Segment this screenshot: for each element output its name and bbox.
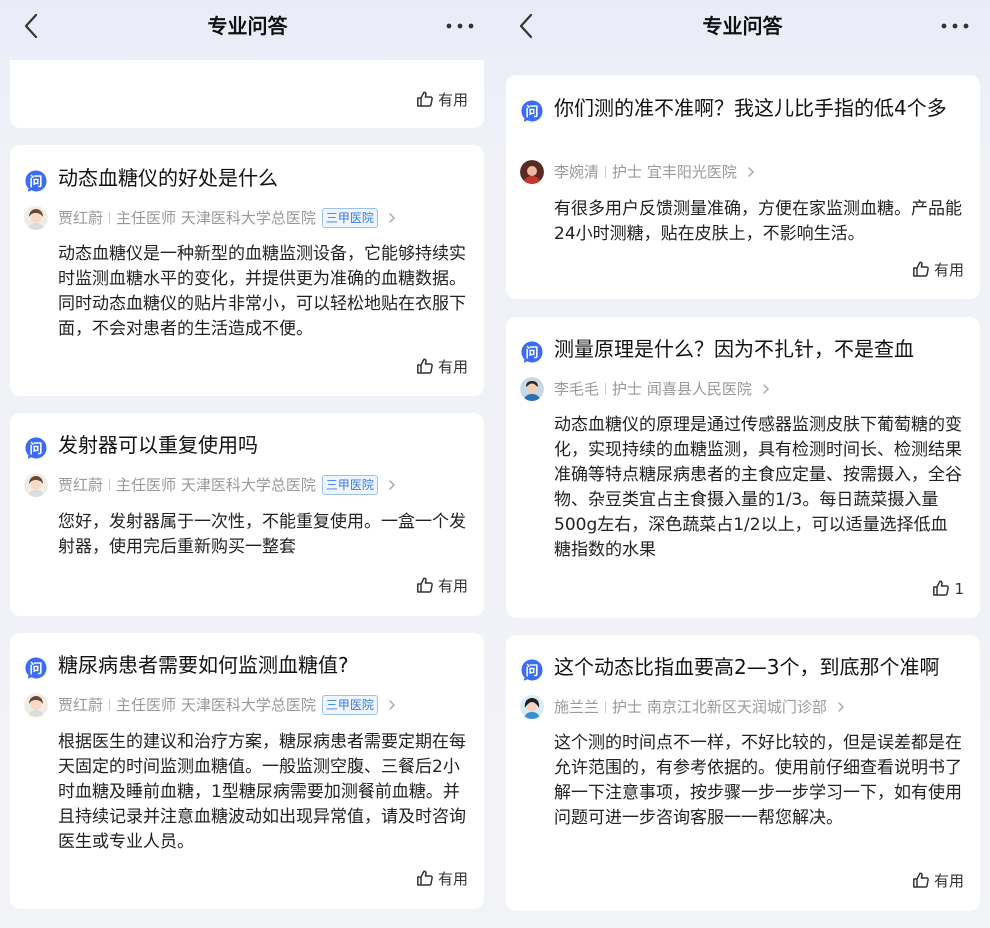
avatar	[24, 693, 48, 717]
question-badge-icon	[24, 169, 48, 193]
answer-text: 动态血糖仪的原理是通过传感器监测皮肤下葡萄糖的变化，实现持续的血糖监测，具有检测…	[554, 415, 962, 560]
answer-text: 动态血糖仪是一种新型的血糖监测设备，它能够持续实时监测血糖水平的变化，并提供更为…	[58, 244, 466, 339]
question-badge-icon	[520, 99, 544, 123]
divider	[109, 479, 111, 491]
qa-card[interactable]: 这个动态比指血要高2—3个，到底那个准啊 施兰兰 护士 南京江北新区天润城门诊部 …	[506, 635, 980, 911]
right-panel: 专业问答 你们测的准不准啊？我这儿比手指的低4个多 李婉清 护士 宜丰阳光医院 有…	[495, 0, 990, 928]
question-row: 测量原理是什么？因为不扎针，不是查血	[520, 336, 966, 364]
hospital-name: 南京江北新区天润城门诊部	[646, 698, 827, 716]
doctor-name: 贾红蔚	[58, 696, 104, 714]
question-badge-icon	[24, 436, 48, 460]
question-text: 发射器可以重复使用吗	[58, 433, 258, 457]
question-row: 你们测的准不准啊？我这儿比手指的低4个多	[520, 95, 966, 147]
qa-card-partial: 有用	[10, 60, 484, 128]
doctor-row[interactable]: 贾红蔚 主任医师 天津医科大学总医院 三甲医院	[24, 693, 470, 717]
doctor-title: 护士	[612, 698, 643, 716]
doctor-title: 主任医师	[116, 209, 177, 227]
question-badge-icon	[520, 658, 544, 682]
avatar	[520, 377, 544, 401]
useful-button[interactable]: 有用	[416, 89, 468, 111]
thumb-up-icon	[416, 357, 434, 375]
divider	[605, 383, 607, 395]
question-row: 糖尿病患者需要如何监测血糖值?	[24, 652, 470, 680]
question-text: 糖尿病患者需要如何监测血糖值?	[58, 653, 349, 677]
thumb-up-icon	[912, 871, 930, 889]
divider	[109, 699, 111, 711]
question-row: 这个动态比指血要高2—3个，到底那个准啊	[520, 654, 966, 682]
hospital-name: 闻喜县人民医院	[646, 380, 752, 398]
hospital-name: 天津医科大学总医院	[180, 476, 316, 494]
doctor-name: 李毛毛	[554, 380, 600, 398]
divider	[605, 701, 607, 713]
chevron-right-icon	[386, 479, 398, 491]
page-title: 专业问答	[702, 14, 783, 38]
chevron-right-icon	[386, 212, 398, 224]
divider	[605, 166, 607, 178]
hospital-level-badge: 三甲医院	[321, 695, 378, 715]
useful-button[interactable]: 有用	[416, 868, 468, 890]
doctor-row[interactable]: 贾红蔚 主任医师 天津医科大学总医院 三甲医院	[24, 206, 470, 230]
doctor-title: 护士	[612, 380, 643, 398]
hospital-name: 天津医科大学总医院	[180, 209, 316, 227]
thumb-up-icon	[932, 579, 950, 597]
question-text: 这个动态比指血要高2—3个，到底那个准啊	[554, 655, 940, 679]
thumb-up-icon	[912, 260, 930, 278]
chevron-right-icon	[386, 699, 398, 711]
qa-card[interactable]: 发射器可以重复使用吗 贾红蔚 主任医师 天津医科大学总医院 三甲医院 您好，发射器属…	[10, 413, 484, 616]
question-badge-icon	[520, 340, 544, 364]
useful-button[interactable]: 有用	[912, 259, 964, 281]
left-panel: 专业问答 有用 动态血糖仪的好处是什么 贾红蔚 主任医师 天津医科大学总医院 三甲医…	[0, 0, 495, 928]
more-dots-icon[interactable]	[940, 22, 970, 30]
answer-text: 有很多用户反馈测量准确，方便在家监测血糖。产品能24小时测糖，贴在皮肤上，不影响…	[554, 199, 962, 244]
nav-bar: 专业问答	[0, 0, 495, 56]
avatar	[24, 473, 48, 497]
doctor-name: 施兰兰	[554, 698, 600, 716]
doctor-row[interactable]: 贾红蔚 主任医师 天津医科大学总医院 三甲医院	[24, 473, 470, 497]
answer-text: 这个测的时间点不一样，不好比较的，但是误差都是在允许范围的，有参考依据的。使用前…	[554, 733, 962, 828]
qa-card[interactable]: 动态血糖仪的好处是什么 贾红蔚 主任医师 天津医科大学总医院 三甲医院 动态血糖仪是…	[10, 145, 484, 396]
page-title: 专业问答	[207, 14, 288, 38]
qa-card[interactable]: 糖尿病患者需要如何监测血糖值? 贾红蔚 主任医师 天津医科大学总医院 三甲医院 根据…	[10, 633, 484, 909]
chevron-right-icon	[760, 383, 772, 395]
hospital-level-badge: 三甲医院	[321, 475, 378, 495]
more-dots-icon[interactable]	[445, 22, 475, 30]
nav-bar: 专业问答	[495, 0, 990, 56]
useful-button[interactable]: 1	[932, 578, 964, 600]
qa-card[interactable]: 测量原理是什么？因为不扎针，不是查血 李毛毛 护士 闻喜县人民医院 动态血糖仪的原…	[506, 317, 980, 618]
hospital-name: 宜丰阳光医院	[646, 163, 737, 181]
question-badge-icon	[24, 656, 48, 680]
avatar	[24, 206, 48, 230]
answer-text: 您好，发射器属于一次性，不能重复使用。一盒一个发射器，使用完后重新购买一整套	[58, 512, 466, 557]
doctor-title: 护士	[612, 163, 643, 181]
avatar	[520, 695, 544, 719]
useful-button[interactable]: 有用	[912, 870, 964, 892]
answer-text: 根据医生的建议和治疗方案，糖尿病患者需要定期在每天固定的时间监测血糖值。一般监测…	[58, 732, 466, 852]
chevron-right-icon	[745, 166, 757, 178]
hospital-level-badge: 三甲医院	[321, 208, 378, 228]
doctor-name: 贾红蔚	[58, 209, 104, 227]
chevron-right-icon	[835, 701, 847, 713]
question-row: 发射器可以重复使用吗	[24, 432, 470, 460]
thumb-up-icon	[416, 90, 434, 108]
qa-card[interactable]: 你们测的准不准啊？我这儿比手指的低4个多 李婉清 护士 宜丰阳光医院 有很多用户反…	[506, 75, 980, 299]
thumb-up-icon	[416, 869, 434, 887]
useful-button[interactable]: 有用	[416, 356, 468, 378]
question-text: 测量原理是什么？因为不扎针，不是查血	[554, 337, 914, 361]
question-row: 动态血糖仪的好处是什么	[24, 165, 470, 193]
doctor-name: 李婉清	[554, 163, 600, 181]
useful-button[interactable]: 有用	[416, 575, 468, 597]
thumb-up-icon	[416, 576, 434, 594]
doctor-row[interactable]: 李婉清 护士 宜丰阳光医院	[520, 160, 966, 184]
hospital-name: 天津医科大学总医院	[180, 696, 316, 714]
doctor-name: 贾红蔚	[58, 476, 104, 494]
divider	[109, 212, 111, 224]
question-text: 你们测的准不准啊？我这儿比手指的低4个多	[554, 96, 947, 120]
question-text: 动态血糖仪的好处是什么	[58, 166, 278, 190]
doctor-row[interactable]: 李毛毛 护士 闻喜县人民医院	[520, 377, 966, 401]
doctor-title: 主任医师	[116, 476, 177, 494]
doctor-row[interactable]: 施兰兰 护士 南京江北新区天润城门诊部	[520, 695, 966, 719]
avatar	[520, 160, 544, 184]
doctor-title: 主任医师	[116, 696, 177, 714]
